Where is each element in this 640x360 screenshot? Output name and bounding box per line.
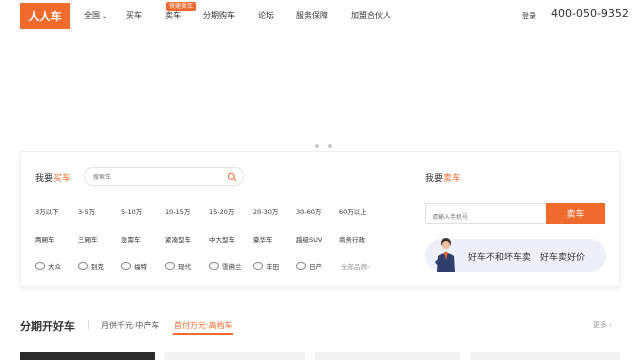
top-navbar: 人人车 全国 ⌄ 买车 快速卖车 卖车 分期购车 论坛 服务保障 加盟合伙人 登录…	[0, 0, 640, 30]
car-card[interactable]	[20, 352, 155, 360]
body-type-link[interactable]: 三厢车	[78, 234, 98, 244]
price-range-link[interactable]: 60万以上	[339, 206, 367, 216]
car-search-box[interactable]	[84, 167, 244, 186]
more-link[interactable]: 更多 ›	[593, 320, 612, 330]
brand-link-ford[interactable]: 福特	[121, 261, 147, 271]
buy-car-title: 我要买车	[35, 174, 72, 184]
installment-section-title: 分期开好车	[20, 320, 75, 333]
brand-link-buick[interactable]: 别克	[78, 261, 104, 271]
tab-down-payment[interactable]: 首付万元·高档车	[174, 320, 233, 331]
body-type-link[interactable]: 紧凑型车	[165, 234, 191, 244]
price-range-link[interactable]: 3-5万	[78, 206, 95, 216]
car-search-input[interactable]	[93, 171, 223, 183]
city-label: 全国	[84, 11, 100, 20]
city-selector[interactable]: 全国 ⌄	[84, 10, 107, 21]
carousel-dot-1[interactable]	[315, 144, 319, 148]
carousel-dot-2[interactable]	[328, 144, 332, 148]
hotline-number: 400-050-9352	[551, 7, 629, 20]
price-range-link[interactable]: 20-30万	[253, 206, 278, 216]
ford-logo-icon	[121, 262, 131, 270]
price-range-link[interactable]: 5-10万	[121, 206, 142, 216]
brand-link-nissan[interactable]: 日产	[296, 261, 322, 271]
nav-sell[interactable]: 卖车	[165, 10, 181, 21]
body-type-link[interactable]: 商务行政	[339, 234, 365, 244]
car-card[interactable]	[165, 352, 305, 360]
volkswagen-logo-icon	[35, 262, 45, 270]
tab-divider	[88, 320, 89, 330]
body-type-link[interactable]: 两厢车	[35, 234, 55, 244]
nissan-logo-icon	[296, 262, 306, 270]
all-brands-link[interactable]: 全部品牌›	[341, 261, 370, 271]
car-card[interactable]	[315, 352, 460, 360]
login-link[interactable]: 登录	[522, 11, 536, 21]
brand-link-volkswagen[interactable]: 大众	[35, 261, 61, 271]
nav-partner[interactable]: 加盟合伙人	[351, 10, 391, 21]
body-type-link[interactable]: 越级SUV	[296, 234, 322, 244]
price-range-link[interactable]: 10-15万	[165, 206, 190, 216]
chevron-down-icon: ⌄	[102, 13, 108, 20]
chevrolet-logo-icon	[209, 262, 219, 270]
body-type-link[interactable]: 豪华车	[253, 234, 273, 244]
chevron-right-icon: ›	[607, 321, 613, 329]
nav-forum[interactable]: 论坛	[258, 10, 274, 21]
price-range-link[interactable]: 3万以下	[35, 206, 59, 216]
sell-car-title: 我要卖车	[425, 174, 462, 184]
brand-link-toyota[interactable]: 丰田	[253, 261, 279, 271]
nav-buy[interactable]: 买车	[126, 10, 142, 21]
body-type-link[interactable]: 急需车	[121, 234, 141, 244]
hyundai-logo-icon	[165, 262, 175, 270]
nav-installment[interactable]: 分期购车	[203, 10, 235, 21]
car-card[interactable]	[470, 352, 620, 360]
brand-link-chevrolet[interactable]: 雪佛兰	[209, 261, 242, 271]
price-range-link[interactable]: 15-20万	[209, 206, 234, 216]
phone-field[interactable]	[425, 203, 546, 227]
hero-banner[interactable]	[0, 30, 640, 152]
price-range-link[interactable]: 30-60万	[296, 206, 321, 216]
body-type-link[interactable]: 中大型车	[209, 234, 235, 244]
sell-car-button[interactable]: 卖车	[546, 203, 605, 224]
spokesperson-image	[435, 238, 455, 272]
brand-link-hyundai[interactable]: 现代	[165, 261, 191, 271]
site-logo[interactable]: 人人车	[20, 3, 70, 29]
nav-service[interactable]: 服务保障	[296, 10, 328, 21]
phone-input[interactable]	[426, 208, 546, 227]
search-icon[interactable]	[227, 172, 237, 182]
buick-logo-icon	[78, 262, 88, 270]
tab-monthly-payment[interactable]: 月供千元·中产车	[101, 320, 160, 331]
sell-slogan-1: 好车不和坏车卖	[468, 253, 532, 263]
active-tab-indicator	[173, 333, 233, 335]
sell-slogan-2: 好车卖好价	[540, 253, 586, 263]
toyota-logo-icon	[253, 262, 263, 270]
